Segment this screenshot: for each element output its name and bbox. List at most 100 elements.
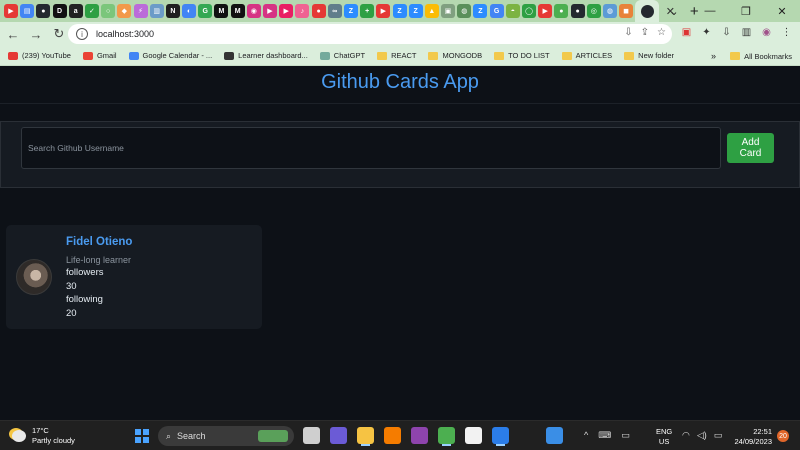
bookmark-item[interactable]: Google Calendar - ...: [128, 51, 212, 60]
folder-app-icon[interactable]: [357, 427, 374, 444]
google-icon[interactable]: G: [198, 4, 213, 18]
weather-temperature: 17°C: [32, 426, 49, 435]
database-icon[interactable]: ▥: [149, 4, 164, 18]
page-title: Github Cards App: [321, 71, 479, 93]
zoom-web-icon[interactable]: Z: [473, 4, 488, 18]
amazon-icon[interactable]: a: [68, 4, 83, 18]
search-input[interactable]: [21, 127, 721, 169]
reload-button[interactable]: ↻: [49, 26, 69, 42]
meet-now-icon[interactable]: [330, 427, 347, 444]
snipping-icon[interactable]: [546, 427, 563, 444]
whatsapp-icon[interactable]: ◯: [522, 4, 536, 18]
profile-avatar-icon[interactable]: ◉: [760, 26, 773, 39]
blank-app-icon[interactable]: [519, 427, 536, 444]
display-icon[interactable]: ▭: [621, 430, 630, 441]
medium-alt-icon[interactable]: M: [230, 4, 245, 18]
address-bar[interactable]: i localhost:3000 ⇩ ⇪ ☆: [68, 24, 672, 44]
bookmark-item[interactable]: Learner dashboard...: [224, 51, 308, 60]
taskbar-search[interactable]: ⌕ Search: [158, 426, 294, 446]
zoom-alt-icon[interactable]: Z: [392, 4, 407, 18]
bookmark-star-icon[interactable]: ☆: [657, 27, 666, 38]
drive-icon[interactable]: ▲: [424, 4, 439, 18]
zoom-meet-icon[interactable]: Z: [408, 4, 423, 18]
link-icon[interactable]: ∞: [327, 4, 342, 18]
chatgpt-icon: [319, 51, 330, 60]
plus-app-icon[interactable]: +: [360, 4, 375, 18]
keyboard-icon[interactable]: ⌨: [598, 430, 611, 441]
vscode-icon[interactable]: [492, 427, 509, 444]
github-alt-icon[interactable]: ●: [570, 4, 585, 18]
minimize-button[interactable]: —: [692, 5, 728, 17]
bookmark-tab-icon[interactable]: ◼: [619, 4, 634, 18]
notepad-icon[interactable]: [465, 427, 482, 444]
play-icon[interactable]: ▶: [279, 4, 294, 18]
bookmark-item[interactable]: ARTICLES: [561, 51, 612, 60]
restore-button[interactable]: ❐: [728, 5, 764, 18]
bookmark-item[interactable]: (239) YouTube: [8, 51, 71, 60]
record-icon[interactable]: ●: [311, 4, 326, 18]
bookmark-item[interactable]: TO DO LIST: [494, 51, 550, 60]
folder-icon: [494, 51, 505, 60]
github-icon[interactable]: ●: [36, 4, 51, 18]
images-icon[interactable]: ▣: [441, 4, 456, 18]
url-text[interactable]: localhost:3000: [96, 29, 154, 39]
podcast-icon[interactable]: ◉: [246, 4, 261, 18]
codepen-icon[interactable]: ✓: [84, 4, 99, 18]
docs-icon[interactable]: ▤: [20, 4, 35, 18]
google-alt-icon[interactable]: G: [489, 4, 504, 18]
quick-settings[interactable]: ◠ ◁) ▭: [682, 430, 722, 441]
music-icon[interactable]: ♪: [295, 4, 310, 18]
github-cards-app: Github Cards App Add Card Fidel Otieno L…: [0, 66, 800, 420]
world-icon[interactable]: ◍: [602, 4, 617, 18]
bookmark-item[interactable]: New folder: [624, 51, 674, 60]
compass-icon[interactable]: ◎: [586, 4, 601, 18]
back-button[interactable]: ←: [3, 27, 23, 42]
dev-icon[interactable]: D: [52, 4, 67, 18]
start-button[interactable]: [135, 429, 149, 443]
all-bookmarks-link[interactable]: All Bookmarks: [744, 52, 792, 61]
add-card-button[interactable]: Add Card: [727, 133, 774, 163]
browser-toolbar: ← → ↻ i localhost:3000 ⇩ ⇪ ☆ ▣ ✦ ⇩ ▥ ◉ ⋮: [0, 22, 800, 46]
gh-pages-icon[interactable]: ○: [101, 4, 116, 18]
extensions-puzzle-icon[interactable]: ✦: [700, 26, 713, 39]
vitejs-icon[interactable]: ⚡: [133, 4, 148, 18]
clock[interactable]: 22:51 24/09/2023: [728, 427, 772, 447]
side-panel-icon[interactable]: ▥: [740, 26, 753, 39]
share-icon[interactable]: ⇪: [641, 27, 649, 38]
bookmark-item[interactable]: Gmail: [82, 51, 117, 60]
bookmark-item[interactable]: REACT: [377, 51, 416, 60]
file-explorer-icon[interactable]: [303, 427, 320, 444]
github-desktop-icon[interactable]: [411, 427, 428, 444]
browser-menu-icon[interactable]: ⋮: [780, 26, 793, 39]
chrome-icon[interactable]: [438, 427, 455, 444]
window-controls: ⌄ — ❐ ✕: [656, 0, 800, 22]
youtube-third-icon[interactable]: ▶: [538, 4, 553, 18]
forward-button[interactable]: →: [26, 27, 46, 42]
craft-icon[interactable]: ◆: [117, 4, 132, 18]
globe-icon[interactable]: ◍: [457, 4, 472, 18]
install-app-icon[interactable]: ⇩: [624, 27, 632, 38]
gradient-icon[interactable]: ◓: [505, 4, 520, 18]
xampp-icon[interactable]: [384, 427, 401, 444]
bookmark-item[interactable]: ChatGPT: [319, 51, 365, 60]
close-window-button[interactable]: ✕: [764, 5, 800, 18]
zoom-icon[interactable]: Z: [343, 4, 358, 18]
video-icon[interactable]: ▶: [263, 4, 277, 18]
medium-icon[interactable]: M: [214, 4, 229, 18]
tab-search-icon[interactable]: ⌄: [656, 5, 692, 18]
extension-icon[interactable]: ▣: [680, 26, 693, 39]
notification-badge[interactable]: 20: [777, 430, 789, 442]
circle-green-icon[interactable]: ●: [554, 4, 569, 18]
site-info-icon[interactable]: i: [76, 28, 88, 40]
chrome-app-icon[interactable]: ◐: [182, 4, 197, 18]
downloads-icon[interactable]: ⇩: [720, 26, 733, 39]
weather-widget[interactable]: 17°C Partly cloudy: [12, 426, 75, 446]
bookmark-label: Gmail: [96, 51, 117, 60]
tray-chevron-icon[interactable]: ^: [584, 430, 588, 441]
youtube-alt-icon[interactable]: ▶: [376, 4, 391, 18]
language-indicator[interactable]: ENG US: [656, 427, 672, 447]
youtube-icon[interactable]: ▶: [4, 4, 18, 18]
bookmark-item[interactable]: MONGODB: [428, 51, 482, 60]
notion-icon[interactable]: N: [165, 4, 180, 18]
bookmarks-overflow-icon[interactable]: »: [711, 51, 716, 61]
